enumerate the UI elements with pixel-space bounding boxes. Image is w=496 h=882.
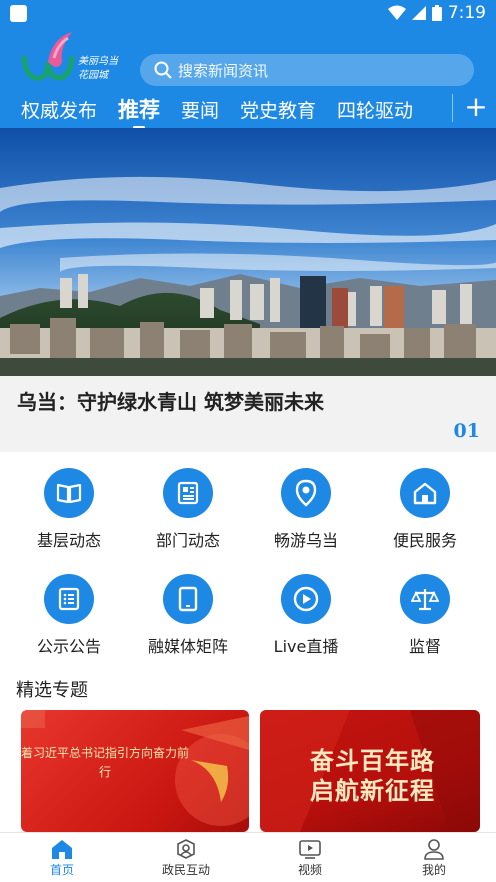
section-title-featured: 精选专题 <box>16 680 88 701</box>
banner-pager: 01 <box>453 420 480 442</box>
grid-item-media[interactable]: 融媒体矩阵 <box>133 574 243 657</box>
battery-icon <box>431 5 442 21</box>
newspaper-icon <box>177 481 199 505</box>
grid-item-tour[interactable]: 畅游乌当 <box>251 468 361 551</box>
status-time: 7:19 <box>447 3 486 23</box>
tablet-icon <box>178 586 198 612</box>
search-placeholder: 搜索新闻资讯 <box>178 61 269 80</box>
home-icon <box>52 840 72 859</box>
play-icon <box>293 586 319 612</box>
nav-video[interactable]: 视频 <box>248 833 372 882</box>
app-notification-icon <box>10 5 27 22</box>
featured-card-2-line2: 启航新征程 <box>310 777 435 805</box>
featured-card-1-title: 着习近平总书记指引方向奋力前行 <box>21 746 190 779</box>
status-bar: 7:19 <box>0 0 496 28</box>
svg-text:美丽乌当: 美丽乌当 <box>78 55 119 67</box>
search-bar[interactable]: 搜索新闻资讯 <box>140 54 474 86</box>
tab-four-wheels[interactable]: 四轮驱动 <box>337 96 413 123</box>
grid-item-service[interactable]: 便民服务 <box>370 468 480 551</box>
video-icon <box>299 840 321 859</box>
banner-headline: 乌当：守护绿水青山 筑梦美丽未来 <box>17 390 324 414</box>
grid-item-grassroots[interactable]: 基层动态 <box>14 468 124 551</box>
book-icon <box>56 483 82 504</box>
nav-profile[interactable]: 我的 <box>372 833 496 882</box>
featured-card-1[interactable]: 着习近平总书记指引方向奋力前行 <box>21 710 249 832</box>
grid-item-live[interactable]: Live直播 <box>251 574 361 657</box>
scale-icon <box>411 589 439 611</box>
home-icon <box>413 482 437 505</box>
banner-image[interactable] <box>0 128 496 376</box>
svg-text:花园城: 花园城 <box>78 69 110 81</box>
tab-recommend[interactable]: 推荐 <box>118 94 160 129</box>
banner-caption[interactable]: 乌当：守护绿水青山 筑梦美丽未来 01 <box>0 376 496 452</box>
profile-icon <box>424 839 444 860</box>
channel-tabs: 权威发布 推荐 要闻 党史教育 四轮驱动 <box>0 92 450 129</box>
location-pin-icon <box>295 479 317 507</box>
nav-interaction[interactable]: 政民互动 <box>124 833 248 882</box>
nav-home[interactable]: 首页 <box>0 833 124 882</box>
app-header: 7:19 美丽乌当 花园城 搜索新闻资讯 权威发布 推荐 要闻 党史教育 四轮驱… <box>0 0 496 129</box>
wifi-icon <box>387 5 406 20</box>
tab-news[interactable]: 要闻 <box>181 96 219 123</box>
tab-divider <box>452 94 453 122</box>
grid-item-notice[interactable]: 公示公告 <box>14 574 124 657</box>
interaction-icon <box>177 839 195 859</box>
signal-icon <box>411 6 426 20</box>
featured-card-2-line1: 奋斗百年路 <box>310 747 435 775</box>
tab-party-history[interactable]: 党史教育 <box>240 96 316 123</box>
grid-item-department[interactable]: 部门动态 <box>133 468 243 551</box>
app-logo: 美丽乌当 花园城 <box>21 32 119 81</box>
notice-list-icon <box>58 587 80 611</box>
grid-item-supervision[interactable]: 监督 <box>370 574 480 657</box>
bottom-navigation: 首页 政民互动 视频 我的 <box>0 832 496 882</box>
tab-authority[interactable]: 权威发布 <box>21 96 97 123</box>
featured-card-2[interactable]: 奋斗百年路 启航新征程 <box>260 710 480 832</box>
search-icon <box>154 61 172 79</box>
add-channel-icon[interactable]: + <box>464 93 488 121</box>
